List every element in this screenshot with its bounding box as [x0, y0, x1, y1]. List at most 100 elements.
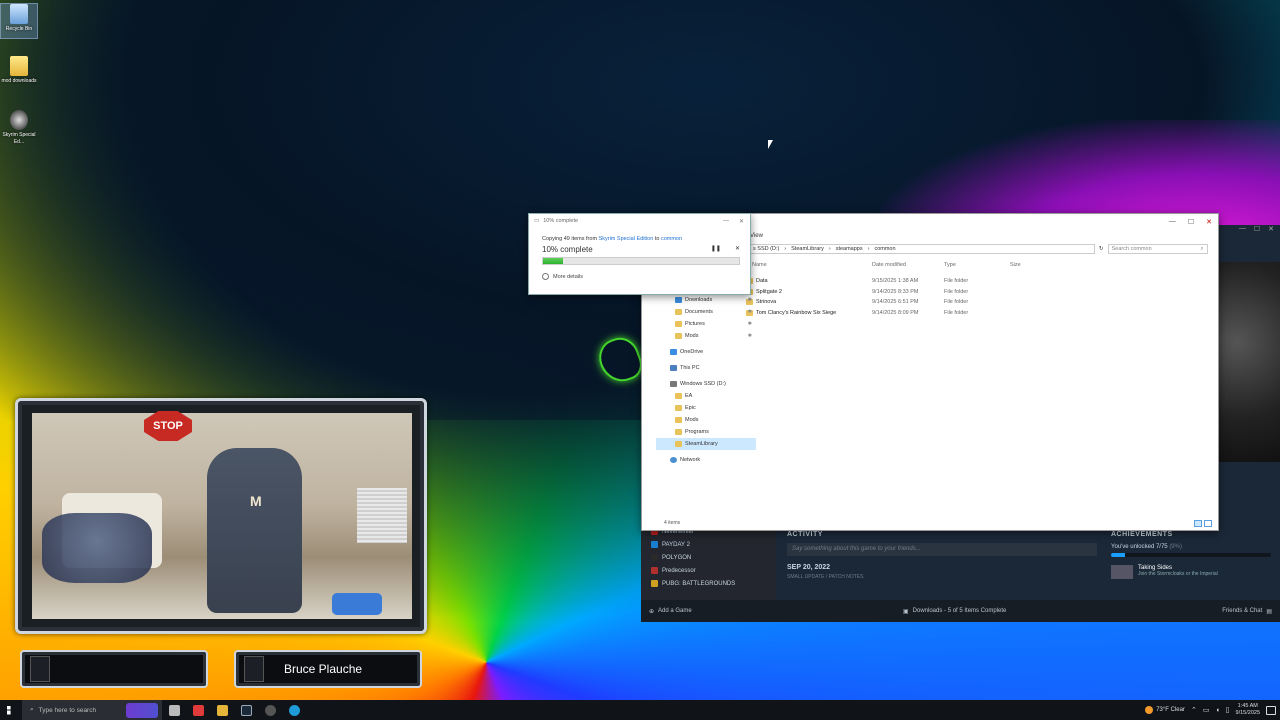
nav-item-steamlibrary[interactable]: SteamLibrary	[656, 438, 756, 450]
game-icon	[651, 554, 658, 561]
nav-label: SteamLibrary	[685, 441, 718, 447]
game-list-item[interactable]: POLYGON	[641, 551, 776, 564]
game-list-item[interactable]: PAYDAY 2	[641, 538, 776, 551]
taskbar-app[interactable]	[162, 700, 186, 720]
file-list: Data 9/15/2025 1:38 AM File folder Splitga…	[746, 276, 1206, 318]
achievements-count: You've unlocked 7/75	[1111, 544, 1168, 550]
details-view-icon[interactable]	[1194, 520, 1202, 527]
nav-item-ea[interactable]: EA	[656, 390, 756, 402]
downloads-status-button[interactable]: ▣ Downloads - 5 of 5 Items Complete	[903, 608, 1006, 615]
row-type: File folder	[944, 309, 969, 316]
skyrim-icon	[10, 110, 28, 130]
table-row[interactable]: Splitgate 2 9/14/2025 8:33 PM File folder	[746, 287, 1206, 298]
file-explorer-icon	[216, 704, 228, 716]
address-bar[interactable]: s SSD (D:) › SteamLibrary › steamapps › com…	[750, 244, 1095, 254]
navigation-pane: Downloads ✱ Documents ✱ Pictures ✱ Mods ✱ On…	[656, 294, 756, 466]
nav-item-mods-pinned[interactable]: Mods ✱	[656, 330, 756, 342]
breadcrumb-separator-icon: ›	[828, 246, 831, 252]
friends-chat-button[interactable]: Friends & Chat ▤	[1222, 608, 1272, 615]
column-date[interactable]: Date modified	[872, 262, 944, 272]
pin-icon: ✱	[747, 309, 752, 315]
taskbar-app[interactable]	[282, 700, 306, 720]
maximize-icon[interactable]: ☐	[1188, 218, 1194, 226]
nav-item-mods[interactable]: Mods	[656, 414, 756, 426]
breadcrumb-item[interactable]: SteamLibrary	[791, 246, 824, 252]
column-type[interactable]: Type	[944, 262, 1010, 272]
taskbar-app[interactable]	[186, 700, 210, 720]
nav-label: This PC	[680, 365, 700, 371]
steam-bottom-bar: ⊕ Add a Game ▣ Downloads - 5 of 5 Items Co…	[641, 600, 1280, 622]
edge-icon	[288, 704, 300, 716]
taskbar-search[interactable]: ⌕ Type here to search	[22, 700, 162, 720]
breadcrumb-item[interactable]: common	[874, 246, 895, 252]
achievements-title: ACHIEVEMENTS	[1111, 531, 1173, 538]
copy-progress-dialog[interactable]: ▭ 10% complete — ✕ Copying 49 items from…	[528, 213, 751, 295]
refresh-icon[interactable]: ↻	[1099, 246, 1104, 252]
weather-widget[interactable]: 73°F Clear	[1145, 706, 1185, 714]
search-input[interactable]: Search common ⌕	[1107, 244, 1208, 254]
close-icon[interactable]: ✕	[1268, 225, 1274, 237]
taskbar-app[interactable]	[258, 700, 282, 720]
close-icon[interactable]: ✕	[1206, 218, 1212, 226]
taskbar-clock[interactable]: 1:45 AM 9/15/2025	[1236, 703, 1260, 717]
nav-item-this-pc[interactable]: This PC	[656, 362, 756, 374]
battery-icon[interactable]: ▯	[1226, 706, 1230, 714]
row-date: 9/14/2025 8:33 PM	[872, 288, 919, 295]
pause-icon[interactable]: ❚❚	[711, 245, 721, 252]
table-row[interactable]: Tom Clancy's Rainbow Six Siege 9/14/2025 …	[746, 308, 1206, 319]
activity-update-label[interactable]: SMALL UPDATE / PATCH NOTES	[787, 574, 1097, 580]
close-icon[interactable]: ✕	[739, 218, 744, 225]
breadcrumb-item[interactable]: steamapps	[836, 246, 863, 252]
download-icon: ▣	[903, 608, 909, 615]
minimize-icon[interactable]: —	[723, 218, 729, 225]
chair-logo-icon: M	[250, 493, 262, 509]
nav-item-programs[interactable]: Programs	[656, 426, 756, 438]
add-game-button[interactable]: ⊕ Add a Game	[649, 608, 692, 615]
nav-item-windows-ssd[interactable]: Windows SSD (D:)	[656, 378, 756, 390]
steam-icon	[240, 704, 252, 716]
nav-item-epic[interactable]: Epic	[656, 402, 756, 414]
activity-input[interactable]: Say something about this game to your fr…	[787, 543, 1097, 556]
nav-item-network[interactable]: Network	[656, 454, 756, 466]
notification-icon[interactable]	[1266, 705, 1276, 715]
taskbar-app[interactable]	[210, 700, 234, 720]
chevron-up-icon[interactable]: ⌃	[1191, 706, 1197, 714]
nav-label: EA	[685, 393, 693, 399]
maximize-icon[interactable]: ☐	[1254, 225, 1260, 237]
minimize-icon[interactable]: —	[1239, 225, 1246, 237]
ribbon-tab-view[interactable]: View	[750, 233, 763, 239]
taskbar-app[interactable]	[234, 700, 258, 720]
mouse-cursor	[768, 140, 773, 149]
table-row[interactable]: Data 9/15/2025 1:38 AM File folder	[746, 276, 1206, 287]
large-icons-view-icon[interactable]	[1204, 520, 1212, 527]
copy-destination-link[interactable]: common	[661, 236, 682, 242]
game-list-item[interactable]: Predecessor	[641, 564, 776, 577]
nav-item-documents[interactable]: Documents ✱	[656, 306, 756, 318]
nav-item-onedrive[interactable]: OneDrive	[656, 346, 756, 358]
desktop-icon-mod-downloads[interactable]: mod downloads	[1, 56, 37, 85]
cancel-copy-icon[interactable]: ✕	[735, 245, 740, 252]
nav-item-pictures[interactable]: Pictures ✱	[656, 318, 756, 330]
desktop-icon-skyrim[interactable]: Skyrim Special Ed...	[1, 110, 37, 146]
row-name: Tom Clancy's Rainbow Six Siege	[756, 309, 837, 316]
achievement-item[interactable]: Taking Sides Join the Stormcloaks or the…	[1111, 565, 1271, 579]
row-date: 9/14/2025 8:09 PM	[872, 309, 919, 316]
start-button[interactable]	[0, 700, 22, 720]
nav-label: Mods	[685, 333, 699, 339]
copy-source-link[interactable]: Skyrim Special Edition	[599, 236, 654, 242]
razer-logo	[593, 332, 647, 388]
weather-sun-icon	[1145, 706, 1154, 714]
breadcrumb-item[interactable]: s SSD (D:)	[753, 246, 779, 252]
achievement-badge-icon	[1111, 565, 1133, 579]
column-name[interactable]: Name	[752, 262, 872, 272]
desktop-icon-recycle-bin[interactable]: Recycle Bin	[0, 3, 38, 39]
volume-icon[interactable]: ◖	[1215, 707, 1219, 714]
minimize-icon[interactable]: —	[1169, 218, 1176, 225]
table-row[interactable]: Strinova 9/14/2025 6:51 PM File folder	[746, 297, 1206, 308]
desktop-icon-label: Skyrim Special Ed...	[2, 132, 36, 145]
nav-item-downloads[interactable]: Downloads ✱	[656, 294, 756, 306]
network-icon[interactable]: ▭	[1203, 706, 1210, 714]
column-size[interactable]: Size	[1010, 262, 1050, 272]
game-list-item[interactable]: PUBG: BATTLEGROUNDS	[641, 577, 776, 590]
more-details-button[interactable]: More details	[542, 273, 750, 280]
